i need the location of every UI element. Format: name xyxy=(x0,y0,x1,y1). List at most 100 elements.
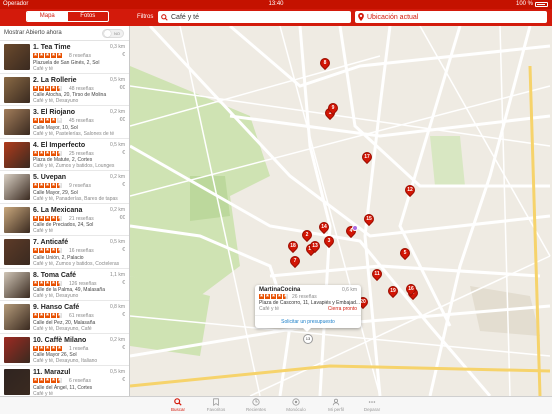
list-item[interactable]: 9. Hanso Café0,8 km61 reseñas€Calle del … xyxy=(0,301,129,334)
business-distance: 0,2 km xyxy=(109,206,125,213)
tab-bar: Buscar Favoritos Recientes Monóculo Mi p… xyxy=(0,396,552,414)
map-pin[interactable]: 9 xyxy=(325,100,341,117)
list-item[interactable]: 6. La Mexicana0,2 km21 reseñas€€Calle de… xyxy=(0,204,129,236)
price-level: €€ xyxy=(119,117,125,123)
star-icon xyxy=(33,215,38,221)
thumbnail-image xyxy=(4,304,30,330)
rating-stars xyxy=(33,247,62,253)
business-distance: 1,1 km xyxy=(109,271,125,278)
list-item[interactable]: 2. La Rollerie0,5 km48 reseñas€€Calle At… xyxy=(0,74,129,106)
map-callout[interactable]: MartinaCocina 0,6 km 26 reseñas Plaza de… xyxy=(255,285,361,332)
business-category: Café y té, Pastelerías, Salones de té xyxy=(33,130,115,137)
star-icon xyxy=(45,247,50,253)
price-level: € xyxy=(122,247,125,253)
rating-stars xyxy=(33,312,62,318)
star-icon xyxy=(33,150,38,156)
star-icon xyxy=(33,117,38,123)
profile-icon xyxy=(332,398,340,406)
tab-map[interactable]: Mapa xyxy=(27,12,68,21)
star-icon xyxy=(57,247,62,253)
tab-photos[interactable]: Fotos xyxy=(68,12,109,21)
map-pin[interactable]: 15 xyxy=(361,211,377,228)
thumbnail-image xyxy=(4,174,30,200)
search-input[interactable]: Café y té xyxy=(158,11,351,23)
list-item[interactable]: 7. Anticafé0,5 km16 reseñas€Calle Unión,… xyxy=(0,236,129,269)
star-icon xyxy=(33,52,38,58)
monocle-icon xyxy=(292,398,300,406)
star-icon xyxy=(57,52,62,58)
map-pin[interactable]: 16 xyxy=(403,281,419,298)
star-icon xyxy=(45,150,50,156)
review-count: 48 reseñas xyxy=(69,85,94,92)
tab-search[interactable]: Buscar xyxy=(158,398,198,412)
map-pin[interactable]: 19 xyxy=(385,283,401,300)
review-count: 16 reseñas xyxy=(69,248,94,254)
review-count: 8 reseñas xyxy=(69,53,91,59)
tab-profile[interactable]: Mi perfil xyxy=(316,398,356,412)
map-pin[interactable]: 3 xyxy=(321,233,337,250)
location-input[interactable]: Ubicación actual xyxy=(355,11,547,23)
map-pin[interactable]: 11 xyxy=(369,266,385,283)
list-item[interactable]: 10. Caffè Milano0,2 km1 reseña€Calle May… xyxy=(0,334,129,366)
star-icon xyxy=(33,280,38,286)
thumbnail-image xyxy=(4,109,30,135)
map-pin[interactable]: 18 xyxy=(285,238,301,255)
map-pin[interactable]: 8 xyxy=(317,55,333,72)
star-icon xyxy=(45,280,50,286)
battery-icon xyxy=(535,2,548,7)
review-count: 1 reseña xyxy=(69,345,89,352)
list-item[interactable]: 3. El Riojano0,2 km45 reseñas€€Calle May… xyxy=(0,106,129,139)
map-pin[interactable]: 7 xyxy=(287,253,303,270)
map-pin[interactable]: 12 xyxy=(402,182,418,199)
business-category: Café y té, Desayuno, Italiano xyxy=(33,358,98,364)
results-list[interactable]: Mostrar Abierto ahora NO 1. Tea Time 0,3 … xyxy=(0,26,130,396)
list-item[interactable]: 4. El Imperfecto0,5 km25 reseñas€Plaza d… xyxy=(0,139,129,171)
business-distance: 0,2 km xyxy=(109,109,125,115)
business-category: Café y té, Desayuno, Café xyxy=(33,325,92,332)
star-icon xyxy=(51,312,56,318)
star-icon xyxy=(45,182,50,188)
location-pin-icon xyxy=(358,13,364,21)
rating-stars xyxy=(33,150,62,156)
open-now-toggle[interactable]: NO xyxy=(102,29,124,38)
open-now-label: Mostrar Abierto ahora xyxy=(4,30,62,36)
filters-button[interactable]: Filtros xyxy=(137,12,153,22)
map-pin[interactable]: 5 xyxy=(397,245,413,262)
business-category: Café y té, Panaderías, Bares de tapas xyxy=(33,195,118,202)
list-item[interactable]: 8. Toma Café1,1 km126 reseñas€Calle de l… xyxy=(0,269,129,301)
tab-recents[interactable]: Recientes xyxy=(236,398,276,412)
star-icon xyxy=(45,345,50,351)
review-count: 25 reseñas xyxy=(69,150,94,157)
map-pin[interactable]: 14 xyxy=(316,219,332,236)
list-item[interactable]: 5. Uvepan0,2 km9 reseñas€Calle Mayor, 29… xyxy=(0,171,129,204)
tab-monocle[interactable]: Monóculo xyxy=(276,398,316,412)
map-view[interactable]: 1234567891011121314151617181920 13 Marti… xyxy=(130,26,552,396)
current-location-dot xyxy=(352,225,358,231)
price-level: € xyxy=(122,312,125,318)
map-pin[interactable]: 13 xyxy=(307,238,323,255)
map-pin[interactable]: 17 xyxy=(359,149,375,166)
business-distance: 0,5 km xyxy=(109,369,125,375)
thumbnail-image xyxy=(4,206,30,233)
rating-stars xyxy=(33,345,62,351)
request-quote-button[interactable]: Solicitar un presupuesto xyxy=(255,315,361,328)
callout-open-status: Cierra pronto xyxy=(327,306,357,312)
star-icon xyxy=(51,182,56,188)
star-icon xyxy=(51,117,56,123)
business-name: 5. Uvepan xyxy=(33,174,67,181)
callout-distance: 0,6 km xyxy=(341,287,357,293)
star-icon xyxy=(51,377,56,383)
star-icon xyxy=(51,247,56,253)
star-icon xyxy=(51,52,56,58)
list-item[interactable]: 1. Tea Time0,3 km8 reseñas€Plazuela de S… xyxy=(0,41,129,74)
list-item[interactable]: 11. Marazul0,5 km6 reseñas€Calle del Áng… xyxy=(0,366,129,396)
clock: 13:40 xyxy=(268,1,284,7)
view-segmented-control: Mapa Fotos xyxy=(26,11,109,22)
tab-favorites[interactable]: Favoritos xyxy=(196,398,236,412)
map-pin-number: 14 xyxy=(321,224,327,230)
review-count: 6 reseñas xyxy=(69,378,91,384)
price-level: € xyxy=(122,279,125,286)
price-level: € xyxy=(122,344,125,351)
tab-more[interactable]: Deparar xyxy=(352,398,392,412)
business-name: 4. El Imperfecto xyxy=(33,141,86,149)
